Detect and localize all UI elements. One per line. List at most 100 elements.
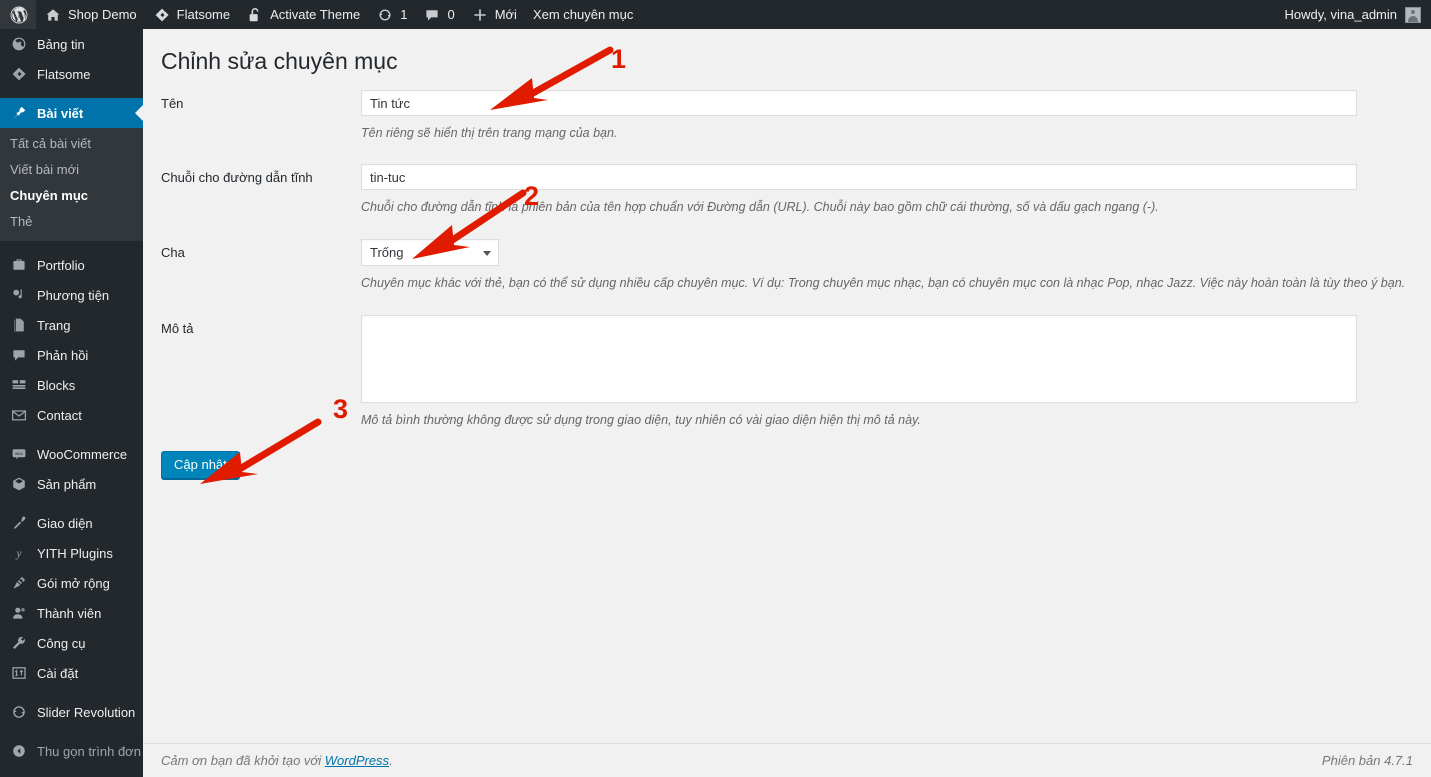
sidebar-item-portfolio[interactable]: Portfolio — [0, 250, 143, 280]
blocks-icon — [10, 376, 28, 394]
sidebar-item-appearance[interactable]: Giao diện — [0, 508, 143, 538]
sidebar-item-users[interactable]: Thành viên — [0, 598, 143, 628]
admin-sidebar-menu: Bảng tin Flatsome Bài viết Tất cả bài vi… — [0, 29, 143, 777]
flatsome-icon — [153, 6, 171, 24]
sidebar-item-posts-label: Bài viết — [37, 105, 84, 121]
lock-open-icon — [246, 6, 264, 24]
adminbar-new-content-label: Mới — [494, 7, 517, 22]
sidebar-item-portfolio-label: Portfolio — [37, 257, 85, 273]
portfolio-icon — [10, 256, 28, 274]
update-button[interactable]: Cập nhật — [161, 451, 240, 479]
posts-submenu: Tất cả bài viết Viết bài mới Chuyên mục … — [0, 128, 143, 241]
name-description: Tên riêng sẽ hiển thị trên trang mạng củ… — [361, 126, 618, 140]
adminbar-updates-count: 1 — [400, 7, 408, 22]
sidebar-item-contact-label: Contact — [37, 407, 82, 423]
sidebar-item-yith[interactable]: y YITH Plugins — [0, 538, 143, 568]
plus-icon — [471, 6, 489, 24]
appearance-icon — [10, 514, 28, 532]
parent-description: Chuyên mục khác với thẻ, bạn có thể sử d… — [361, 276, 1406, 290]
parent-select[interactable]: Trống — [361, 239, 499, 266]
form-row-name: Tên Tên riêng sẽ hiển thị trên trang mạn… — [161, 90, 1431, 142]
description-textarea[interactable] — [361, 315, 1357, 403]
wordpress-link[interactable]: WordPress — [325, 753, 389, 768]
menu-separator — [0, 241, 143, 250]
admin-bar: Shop Demo Flatsome Activate Theme 1 0 Mớ… — [0, 0, 1431, 29]
adminbar-flatsome-label: Flatsome — [176, 7, 231, 22]
comment-icon — [10, 346, 28, 364]
adminbar-view-category-label: Xem chuyên mục — [532, 7, 634, 22]
sidebar-item-comments[interactable]: Phản hồi — [0, 340, 143, 370]
sidebar-item-appearance-label: Giao diện — [37, 515, 93, 531]
adminbar-howdy-label: Howdy, vina_admin — [1284, 7, 1397, 22]
sidebar-item-contact[interactable]: Contact — [0, 400, 143, 430]
submenu-all-posts[interactable]: Tất cả bài viết — [0, 131, 143, 157]
tools-icon — [10, 634, 28, 652]
description-label: Mô tả — [161, 321, 194, 336]
submenu-all-posts-label: Tất cả bài viết — [10, 136, 91, 151]
adminbar-flatsome[interactable]: Flatsome — [145, 0, 238, 29]
name-label: Tên — [161, 96, 184, 111]
adminbar-activate-theme[interactable]: Activate Theme — [238, 0, 368, 29]
slug-input[interactable] — [361, 164, 1357, 190]
collapse-icon — [10, 742, 28, 760]
adminbar-comments[interactable]: 0 — [415, 0, 462, 29]
sidebar-item-media[interactable]: Phương tiện — [0, 280, 143, 310]
sidebar-item-products-label: Sản phẩm — [37, 476, 97, 492]
adminbar-view-category[interactable]: Xem chuyên mục — [525, 0, 641, 29]
sidebar-item-products[interactable]: Sản phẩm — [0, 469, 143, 499]
parent-label: Cha — [161, 245, 185, 260]
sidebar-item-collapse-menu-label: Thu gọn trình đơn — [37, 743, 141, 759]
submenu-add-new-label: Viết bài mới — [10, 162, 79, 177]
sidebar-item-plugins-label: Gói mở rộng — [37, 575, 110, 591]
sidebar-item-dashboard[interactable]: Bảng tin — [0, 29, 143, 59]
footer-version: Phiên bản 4.7.1 — [1321, 753, 1413, 768]
form-row-parent: Cha Trống Chuyên mục khác với thẻ, bạn c… — [161, 239, 1431, 292]
sidebar-item-slider-revolution-label: Slider Revolution — [37, 704, 136, 720]
sidebar-item-tools[interactable]: Công cụ — [0, 628, 143, 658]
page-title: Chỉnh sửa chuyên mục — [161, 48, 398, 74]
sidebar-item-plugins[interactable]: Gói mở rộng — [0, 568, 143, 598]
sidebar-item-blocks[interactable]: Blocks — [0, 370, 143, 400]
sidebar-item-posts[interactable]: Bài viết — [0, 98, 143, 128]
slug-description: Chuỗi cho đường dẫn tĩnh là phiên bản củ… — [361, 200, 1159, 214]
sidebar-item-media-label: Phương tiện — [37, 287, 110, 303]
adminbar-comments-count: 0 — [447, 7, 455, 22]
name-input[interactable] — [361, 90, 1357, 116]
adminbar-wp-logo[interactable] — [0, 0, 36, 29]
submenu-add-new[interactable]: Viết bài mới — [0, 157, 143, 183]
mail-icon — [10, 406, 28, 424]
sidebar-item-settings[interactable]: Cài đặt — [0, 658, 143, 688]
sidebar-item-collapse-menu[interactable]: Thu gọn trình đơn — [0, 736, 143, 766]
product-icon — [10, 475, 28, 493]
sidebar-item-slider-revolution[interactable]: Slider Revolution — [0, 697, 143, 727]
plugins-icon — [10, 574, 28, 592]
sidebar-item-dashboard-label: Bảng tin — [37, 36, 85, 52]
woocommerce-icon: woo — [10, 445, 28, 463]
sidebar-item-yith-label: YITH Plugins — [37, 545, 113, 561]
footer-thanks-prefix: Cảm ơn bạn đã khởi tạo với — [161, 753, 325, 768]
sidebar-item-woocommerce[interactable]: woo WooCommerce — [0, 439, 143, 469]
sidebar-item-woocommerce-label: WooCommerce — [37, 446, 128, 462]
adminbar-updates[interactable]: 1 — [368, 0, 415, 29]
form-row-description: Mô tả Mô tả bình thường không được sử dụ… — [161, 315, 1431, 429]
users-icon — [10, 604, 28, 622]
sidebar-item-tools-label: Công cụ — [37, 635, 86, 651]
submenu-tags[interactable]: Thẻ — [0, 209, 143, 235]
comment-icon — [423, 6, 441, 24]
adminbar-my-account[interactable]: Howdy, vina_admin — [1284, 6, 1431, 23]
chevron-down-icon — [483, 250, 491, 256]
footer-thanks-suffix: . — [389, 753, 393, 768]
description-help: Mô tả bình thường không được sử dụng tro… — [361, 413, 921, 427]
admin-footer: Cảm ơn bạn đã khởi tạo với WordPress. Ph… — [143, 743, 1431, 777]
form-row-slug: Chuỗi cho đường dẫn tĩnh Chuỗi cho đường… — [161, 164, 1431, 216]
sidebar-item-users-label: Thành viên — [37, 605, 102, 621]
sidebar-item-flatsome[interactable]: Flatsome — [0, 59, 143, 89]
submenu-categories-label: Chuyên mục — [10, 188, 89, 203]
sidebar-item-flatsome-label: Flatsome — [37, 66, 91, 82]
submenu-categories[interactable]: Chuyên mục — [0, 183, 143, 209]
adminbar-new-content[interactable]: Mới — [463, 0, 525, 29]
footer-thanks: Cảm ơn bạn đã khởi tạo với WordPress. — [143, 753, 393, 768]
adminbar-site-name[interactable]: Shop Demo — [36, 0, 145, 29]
sidebar-item-pages[interactable]: Trang — [0, 310, 143, 340]
menu-separator — [0, 499, 143, 508]
